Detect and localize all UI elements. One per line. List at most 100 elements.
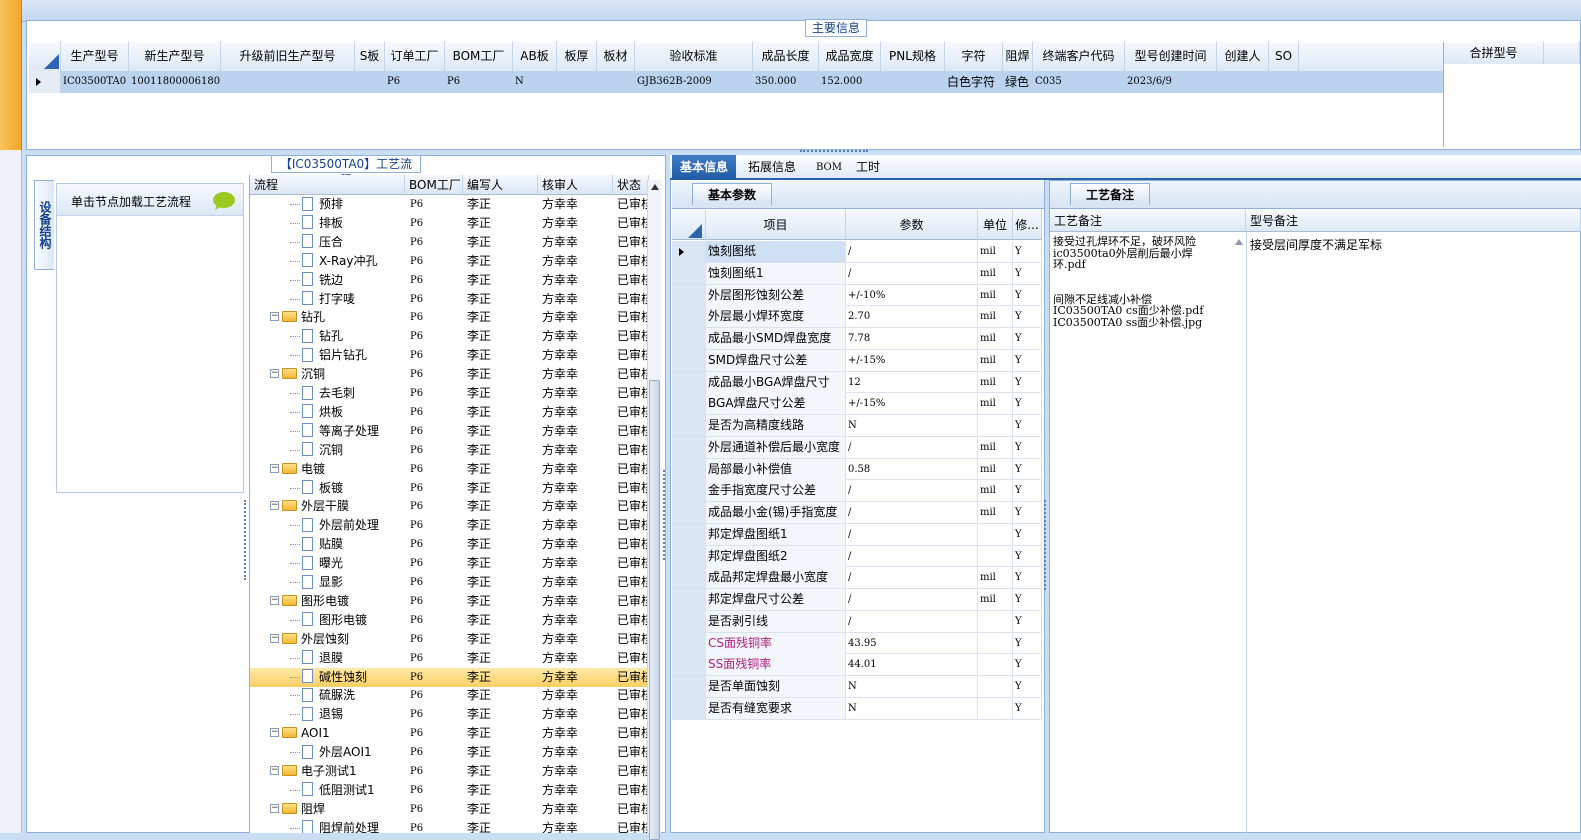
main-col-header[interactable]: AB板 [513,42,557,71]
main-col-header[interactable]: 板厚 [557,42,597,71]
nav-hint-bar[interactable]: 单击节点加载工艺流程 [57,184,243,216]
main-col-header[interactable]: 创建人 [1217,42,1269,71]
tree-cell-status[interactable]: 已审核 [617,762,648,781]
main-col-header[interactable]: 阻焊 [1003,42,1033,71]
tree-cell-reviewer[interactable]: 方幸幸 [542,403,612,422]
tree-cell-writer[interactable]: 李正 [467,252,537,271]
splitter-handle[interactable] [800,150,868,154]
tree-cell-reviewer[interactable]: 方幸幸 [542,460,612,479]
tree-cell-writer[interactable]: 李正 [467,762,537,781]
tree-cell-writer[interactable]: 李正 [467,649,537,668]
tree-cell-bom[interactable]: P6 [410,781,465,800]
param-cell-unit[interactable] [978,610,1013,632]
main-row-cell[interactable]: P6 [385,71,445,93]
param-cell-mod[interactable]: Y [1013,523,1042,545]
param-cell-unit[interactable] [978,697,1013,719]
main-col-header[interactable]: 型号创建时间 [1125,42,1217,71]
tree-cell-reviewer[interactable]: 方幸幸 [542,668,612,687]
tree-cell-bom[interactable]: P6 [410,649,465,668]
tree-cell-status[interactable]: 已审核 [617,384,648,403]
params-header-item[interactable]: 项目 [706,210,846,240]
tree-cell-writer[interactable]: 李正 [467,195,537,214]
tree-cell-bom[interactable]: P6 [410,800,465,819]
tree-cell-writer[interactable]: 李正 [467,290,537,309]
process-note-text[interactable]: 接受过孔焊环不足，破环风险 ic03500ta0外层削后最小焊 环.pdf 间隙… [1053,236,1233,356]
tree-cell-status[interactable]: 已审核 [617,573,648,592]
tree-cell-status[interactable]: 已审核 [617,705,648,724]
main-row-cell[interactable]: 2023/6/9 [1125,71,1217,93]
tree-cell-reviewer[interactable]: 方幸幸 [542,252,612,271]
param-cell-mod[interactable]: Y [1013,567,1042,589]
tree-cell-writer[interactable]: 李正 [467,422,537,441]
tree-cell-status[interactable]: 已审核 [617,233,648,252]
tree-cell-status[interactable]: 已审核 [617,649,648,668]
main-row-cell[interactable]: 152.000 [819,71,881,93]
tree-row[interactable]: 阻焊前处理 P6李正方幸幸已审核 [250,819,648,833]
param-cell-value[interactable]: / [846,241,978,262]
tree-col-header[interactable]: 流程 [250,175,405,195]
main-col-header[interactable]: 新生产型号 [129,42,221,71]
tree-cell-status[interactable]: 已审核 [617,479,648,498]
param-cell-value[interactable]: / [846,589,978,610]
tree-cell-writer[interactable]: 李正 [467,441,537,460]
tree-row[interactable]: 硫脲洗 P6李正方幸幸已审核 [250,686,648,705]
tree-row[interactable]: 铝片钻孔 P6李正方幸幸已审核 [250,346,648,365]
tree-cell-status[interactable]: 已审核 [617,460,648,479]
param-cell-item[interactable]: 是否为高精度线路 [706,415,846,436]
tree-row[interactable]: − 外层蚀刻 P6李正方幸幸已审核 [250,630,648,649]
tree-row[interactable]: 退膜 P6李正方幸幸已审核 [250,649,648,668]
tree-node[interactable]: − 图形电镀 [270,592,405,611]
tree-cell-reviewer[interactable]: 方幸幸 [542,781,612,800]
main-row-cell[interactable]: 10011800006180 [129,71,221,93]
tree-row[interactable]: 低阻测试1 P6李正方幸幸已审核 [250,781,648,800]
param-cell-mod[interactable]: Y [1013,262,1042,284]
param-cell-unit[interactable]: mil [978,306,1013,328]
tree-node[interactable]: 曝光 [290,554,405,573]
table-row[interactable]: IC03500TA0 10011800006180 P6 P6 N GJB362B-200… [29,71,1444,93]
tree-row[interactable]: 等离子处理 P6李正方幸幸已审核 [250,422,648,441]
tree-row[interactable]: − 钻孔 P6李正方幸幸已审核 [250,308,648,327]
main-row-cell[interactable] [881,71,945,93]
param-cell-unit[interactable] [978,415,1013,436]
tree-node[interactable]: 退锡 [290,705,405,724]
tree-row[interactable]: 贴膜 P6李正方幸幸已审核 [250,535,648,554]
param-cell-value[interactable]: 44.01 [846,654,978,676]
tree-row[interactable]: 图形电镀 P6李正方幸幸已审核 [250,611,648,630]
param-cell-mod[interactable]: Y [1013,328,1042,349]
tree-cell-status[interactable]: 已审核 [617,214,648,233]
tree-node[interactable]: 外层AOI1 [290,743,405,762]
main-row-cell[interactable]: P6 [445,71,513,93]
tree-node[interactable]: 碱性蚀刻 [290,668,405,687]
tree-cell-writer[interactable]: 李正 [467,384,537,403]
note-scroll-up-icon[interactable] [1234,238,1244,246]
tree-node[interactable]: 板镀 [290,479,405,498]
tree-node[interactable]: 去毛刺 [290,384,405,403]
collapse-icon[interactable]: − [270,803,279,813]
param-cell-value[interactable]: / [846,480,978,502]
tab-basic-info[interactable]: 基本信息 [672,155,737,180]
param-row[interactable]: BGA焊盘尺寸公差 +/-15% mil Y [672,393,1042,416]
param-row[interactable]: 是否有缝宽要求 N Y [672,697,1042,720]
tree-cell-writer[interactable]: 李正 [467,592,537,611]
param-cell-value[interactable]: / [846,545,978,567]
process-note-header[interactable]: 工艺备注 [1050,210,1246,232]
tree-node[interactable]: − 阻焊 [270,800,405,819]
param-cell-unit[interactable]: mil [978,436,1013,458]
tree-cell-writer[interactable]: 李正 [467,686,537,705]
param-cell-mod[interactable]: Y [1013,610,1042,632]
tree-cell-bom[interactable]: P6 [410,479,465,498]
param-cell-value[interactable]: N [846,697,978,719]
tree-row[interactable]: 压合 P6李正方幸幸已审核 [250,233,648,252]
tree-row[interactable]: 预排 P6李正方幸幸已审核 [250,195,648,214]
param-cell-mod[interactable]: Y [1013,393,1042,415]
tree-cell-status[interactable]: 已审核 [617,592,648,611]
collapse-icon[interactable]: − [270,633,279,643]
param-cell-mod[interactable]: Y [1013,349,1042,371]
tree-cell-bom[interactable]: P6 [410,271,465,290]
param-cell-item[interactable]: 局部最小补偿值 [706,458,846,480]
tree-cell-bom[interactable]: P6 [410,819,465,833]
tree-cell-writer[interactable]: 李正 [467,214,537,233]
param-cell-unit[interactable]: mil [978,371,1013,393]
tree-cell-reviewer[interactable]: 方幸幸 [542,346,612,365]
tree-row[interactable]: − 阻焊 P6李正方幸幸已审核 [250,800,648,819]
